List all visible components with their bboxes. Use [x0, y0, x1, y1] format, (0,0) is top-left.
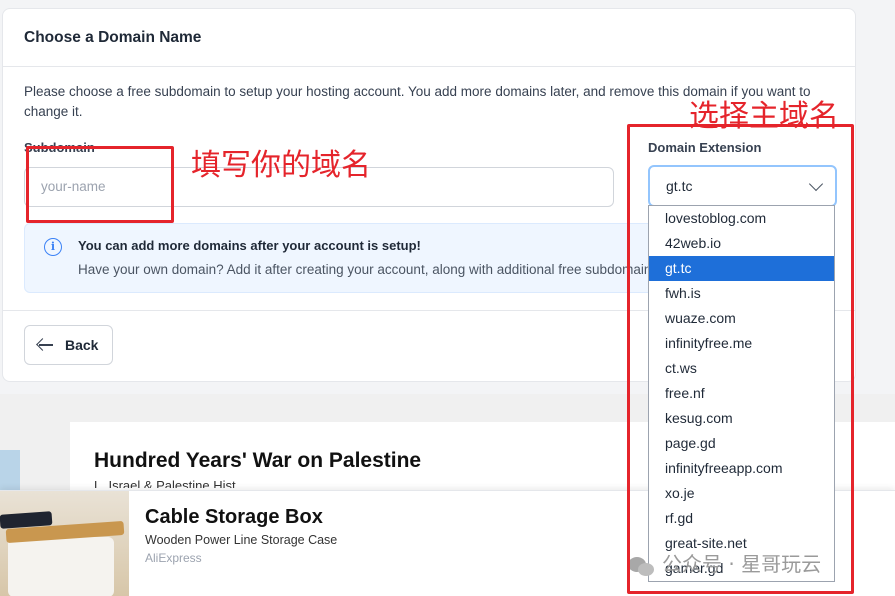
form-title: Choose a Domain Name [3, 9, 855, 67]
back-button[interactable]: Back [24, 325, 113, 365]
info-icon: i [44, 238, 62, 256]
info-alert: i You can add more domains after your ac… [24, 223, 664, 293]
side-thumbnail [0, 450, 20, 490]
ad-product-image[interactable] [0, 491, 129, 596]
article-title[interactable]: Hundred Years' War on Palestine [94, 449, 421, 473]
info-alert-text: Have your own domain? Add it after creat… [78, 262, 662, 277]
ad-title[interactable]: Cable Storage Box [145, 506, 323, 529]
ad-image-box [8, 537, 114, 596]
arrow-left-icon [39, 344, 53, 346]
annotation-box-extension [627, 124, 854, 594]
info-alert-title: You can add more domains after your acco… [78, 238, 421, 253]
article-subtitle: L. Israel & Palestine Hist... [94, 478, 247, 488]
back-button-label: Back [65, 337, 99, 353]
annotation-subdomain-note: 填写你的域名 [191, 148, 371, 183]
ad-brand: AliExpress [145, 551, 202, 565]
ad-subtitle: Wooden Power Line Storage Case [145, 533, 338, 547]
annotation-box-subdomain [26, 146, 174, 223]
annotation-extension-note: 选择主域名 [689, 99, 839, 134]
